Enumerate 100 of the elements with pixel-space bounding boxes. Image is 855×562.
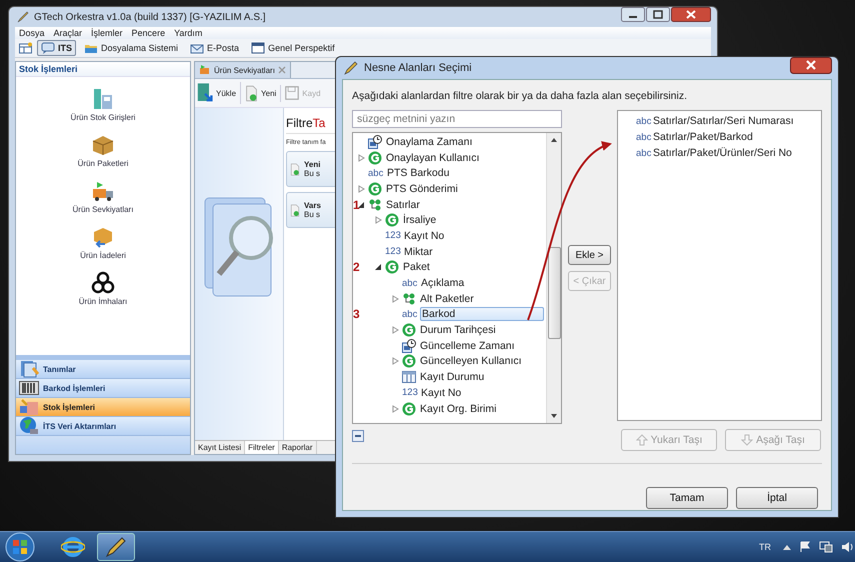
collapsed-triangle-icon[interactable] <box>391 326 399 334</box>
list-item[interactable]: Satırlar/Satırlar/Seri Numarası <box>653 115 794 127</box>
scrollbar[interactable] <box>546 133 561 423</box>
editor-tab[interactable]: Ürün Sevkiyatları <box>195 62 291 78</box>
box-return-icon <box>91 225 115 249</box>
browser-e-icon[interactable] <box>61 535 85 559</box>
tree-item[interactable]: İrsaliye <box>402 214 438 226</box>
expanded-triangle-icon[interactable] <box>374 263 382 272</box>
up-arrow-icon[interactable] <box>783 544 791 550</box>
collapsed-triangle-icon[interactable] <box>391 357 399 366</box>
calendar-clock-icon <box>402 338 416 353</box>
tree-item[interactable]: Güncelleme Zamanı <box>419 340 516 352</box>
navigation-button[interactable]: Barkod İşlemleri <box>16 379 190 398</box>
collapsed-triangle-icon[interactable] <box>391 404 399 413</box>
taskbar-app-button[interactable] <box>97 533 135 561</box>
box-icon <box>91 133 115 157</box>
collapsed-triangle-icon[interactable] <box>357 154 365 162</box>
speaker-icon[interactable] <box>841 541 853 553</box>
envelope-icon <box>190 42 204 54</box>
tree-item[interactable]: Satırlar <box>385 198 421 211</box>
window-title: GTech Orkestra v1.0a (build 1337) [G-YAZILIM A.S.] <box>34 12 266 22</box>
tree-item[interactable]: Onaylayan Kullanıcı <box>385 152 480 164</box>
flag-icon[interactable] <box>799 541 811 553</box>
tree-item[interactable]: Paket <box>402 261 431 274</box>
toolbar-button[interactable]: Yeni <box>244 84 282 102</box>
toolbar-button[interactable]: E-Posta <box>186 40 244 56</box>
list-item[interactable]: Satırlar/Paket/Barkod <box>653 131 753 143</box>
collapsed-triangle-icon[interactable] <box>391 294 399 303</box>
tree-item[interactable]: PTS Barkodu <box>386 167 450 180</box>
collapsed-triangle-icon[interactable] <box>374 216 382 224</box>
node-group-icon <box>402 292 416 306</box>
menu-item[interactable]: İşlemler <box>91 28 123 38</box>
bottom-tab[interactable]: Filtreler <box>245 441 279 454</box>
type-icon: abc <box>636 116 651 126</box>
page-heading: FiltreTa <box>286 116 326 130</box>
start-button-icon[interactable] <box>5 532 35 562</box>
bottom-tab[interactable]: Raporlar <box>278 441 316 454</box>
dialog-title: Nesne Alanları Seçimi <box>364 62 472 74</box>
menu-item[interactable]: Pencere <box>132 28 166 38</box>
toolbar-button[interactable]: Dosyalama Sistemi <box>80 40 182 56</box>
biohazard-icon <box>91 271 115 295</box>
barcode-icon <box>19 381 39 395</box>
tree-item[interactable]: Açıklama <box>420 277 466 290</box>
navigation-button[interactable]: Stok İşlemleri <box>16 398 190 417</box>
entity-icon <box>402 323 416 338</box>
node-group-icon <box>368 198 382 212</box>
tree-item[interactable]: Durum Tarihçesi <box>419 324 497 336</box>
maximize-icon[interactable] <box>646 7 670 22</box>
tree-item[interactable]: Barkod <box>420 307 544 322</box>
toolbar-button[interactable]: ITS <box>37 40 76 56</box>
minimize-icon[interactable] <box>621 7 645 22</box>
toolbar-button[interactable]: Yükle <box>196 82 242 104</box>
toolbar-button[interactable]: Genel Perspektif <box>247 40 339 56</box>
shortcut-label[interactable]: Ürün İmhaları <box>78 297 128 306</box>
menu-item[interactable]: Araçlar <box>54 28 82 38</box>
documents-icon <box>19 360 39 378</box>
language-indicator[interactable]: TR <box>759 542 771 552</box>
new-document-icon <box>245 84 258 102</box>
tree-item[interactable]: Kayıt No <box>403 230 446 242</box>
splitter-grip[interactable] <box>16 355 190 360</box>
ok-button[interactable]: Tamam <box>646 487 728 509</box>
menu-item[interactable]: Yardım <box>174 28 202 38</box>
type-icon: abc <box>368 168 383 179</box>
menu-item[interactable]: Dosya <box>19 28 45 38</box>
new-document-icon <box>290 162 300 176</box>
shortcut-label[interactable]: Ürün İadeleri <box>80 251 126 260</box>
shortcut-label[interactable]: Ürün Paketleri <box>78 159 128 168</box>
type-icon: abc <box>636 132 651 142</box>
shortcut-label[interactable]: Ürün Stok Girişleri <box>70 113 136 122</box>
new-document-icon <box>290 204 300 216</box>
close-icon[interactable] <box>790 57 832 74</box>
list-item[interactable]: Satırlar/Paket/Ürünler/Seri No <box>653 147 792 159</box>
tree-item[interactable]: Kayıt Durumu <box>419 371 486 384</box>
tree-item[interactable]: Miktar <box>403 246 434 258</box>
truck-icon <box>199 64 211 76</box>
close-icon[interactable] <box>671 7 711 22</box>
entity-icon <box>402 402 416 416</box>
navigation-button[interactable]: İTS Veri Aktarımları <box>16 417 190 436</box>
filter-field[interactable]: süzgeç metnini yazın <box>352 110 562 128</box>
tree-item[interactable]: Kayıt No <box>420 386 462 399</box>
tree-item[interactable]: PTS Gönderimi <box>385 182 459 195</box>
tree-item[interactable]: Kayıt Org. Birimi <box>419 402 498 415</box>
cancel-button[interactable]: İptal <box>736 487 818 509</box>
tree-item[interactable]: Alt Paketler <box>419 292 475 305</box>
pencil-icon <box>105 536 127 558</box>
entity-icon <box>368 150 382 165</box>
collapse-all-icon[interactable] <box>352 430 364 442</box>
collapsed-triangle-icon[interactable] <box>357 184 365 193</box>
perspective-icon[interactable] <box>19 42 33 54</box>
network-icon[interactable] <box>819 541 833 553</box>
type-icon: 123 <box>385 230 400 242</box>
add-button[interactable]: Ekle > <box>568 245 611 265</box>
shortcut-label[interactable]: Ürün Sevkiyatları <box>72 205 134 214</box>
navigation-button[interactable]: Tanımlar <box>16 360 190 379</box>
up-arrow-icon <box>636 434 648 446</box>
folder-icon <box>84 42 98 54</box>
entity-icon <box>368 182 382 196</box>
tree-item[interactable]: Onaylama Zamanı <box>385 136 474 148</box>
globe-icon <box>19 416 39 436</box>
tree-item[interactable]: Güncelleyen Kullanıcı <box>419 355 523 368</box>
